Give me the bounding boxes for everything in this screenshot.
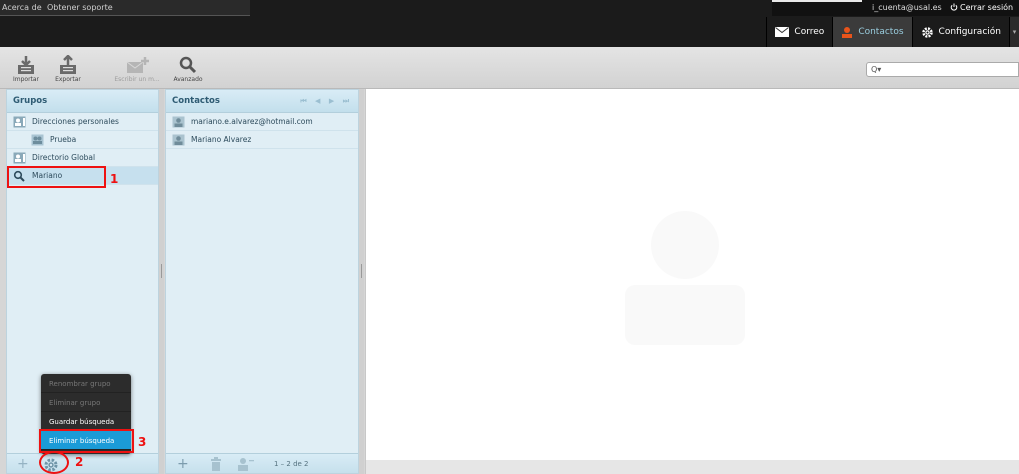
import-label: Importar xyxy=(12,76,40,83)
gear-icon xyxy=(921,26,933,38)
main-nav: Correo Contactos Configuración ▾ xyxy=(766,17,1019,47)
nav-contacts[interactable]: Contactos xyxy=(832,17,912,47)
contact-name: mariano.e.alvarez@hotmail.com xyxy=(191,117,313,126)
top-links: Acerca de Obtener soporte xyxy=(0,0,250,16)
record-count: 1 – 2 de 2 xyxy=(274,460,309,468)
mail-icon xyxy=(775,27,790,37)
advanced-search-label: Avanzado xyxy=(173,76,203,83)
menu-delete-group[interactable]: Eliminar grupo xyxy=(41,393,131,412)
export-icon xyxy=(60,55,76,74)
annotation-number-3: 3 xyxy=(138,435,147,449)
write-message-button[interactable]: Escribir un m... xyxy=(114,55,160,83)
about-link[interactable]: Acerca de xyxy=(2,3,42,12)
detail-footer xyxy=(366,460,1019,474)
nav-mail-label: Correo xyxy=(794,27,825,37)
search-options-icon[interactable]: Q▾ xyxy=(871,65,881,74)
export-label: Exportar xyxy=(55,76,81,83)
annotation-box-2 xyxy=(39,451,69,474)
address-book-icon xyxy=(13,116,26,127)
contacts-header: Contactos ⏮ ◀ ▶ ⏭ xyxy=(166,90,358,113)
annotation-box-1 xyxy=(7,166,106,188)
menu-rename-group[interactable]: Renombrar grupo xyxy=(41,374,131,393)
quick-search-input[interactable]: Q▾ xyxy=(866,62,1019,77)
group-icon xyxy=(31,134,44,145)
toolbar: Importar Exportar Escribir un m... Avanz… xyxy=(0,47,1019,89)
add-contact-button[interactable]: + xyxy=(177,457,189,471)
group-item-label: Directorio Global xyxy=(32,153,96,162)
annotation-number-2: 2 xyxy=(75,455,84,469)
contact-row[interactable]: Mariano Alvarez xyxy=(166,131,358,149)
group-item-personal[interactable]: Direcciones personales xyxy=(7,113,158,131)
group-item-label: Direcciones personales xyxy=(32,117,119,126)
group-item-prueba[interactable]: Prueba xyxy=(7,131,158,149)
import-icon xyxy=(18,56,34,74)
person-icon xyxy=(172,134,185,145)
import-button[interactable]: Importar xyxy=(6,55,46,83)
add-group-button[interactable]: + xyxy=(17,457,29,471)
pager-buttons[interactable]: ⏮ ◀ ▶ ⏭ xyxy=(300,97,352,106)
nav-settings[interactable]: Configuración xyxy=(911,17,1009,47)
nav-mail[interactable]: Correo xyxy=(766,17,832,47)
export-button[interactable]: Exportar xyxy=(48,55,88,83)
trash-icon xyxy=(211,457,221,471)
nav-dropdown[interactable]: ▾ xyxy=(1009,17,1019,47)
logout-label: Cerrar sesión xyxy=(960,3,1014,12)
write-message-label: Escribir un m... xyxy=(114,76,160,83)
user-strip: i_cuenta@usal.es Cerrar sesión xyxy=(772,0,1019,16)
contacts-footer: + 1 – 2 de 2 xyxy=(166,453,358,473)
address-book-icon xyxy=(13,152,26,163)
annotation-box-3 xyxy=(39,429,134,453)
group-item-label: Prueba xyxy=(50,135,77,144)
logout-link[interactable]: Cerrar sesión xyxy=(950,3,1013,12)
annotation-number-1: 1 xyxy=(110,172,119,186)
person-group-icon xyxy=(238,458,254,471)
nav-contacts-label: Contactos xyxy=(858,27,904,37)
person-icon xyxy=(172,116,185,127)
contacts-splitter[interactable] xyxy=(359,89,364,474)
contacts-title: Contactos xyxy=(172,96,220,106)
nav-settings-label: Configuración xyxy=(938,27,1001,37)
top-bar: Acerca de Obtener soporte i_cuenta@usal.… xyxy=(0,0,1019,47)
groups-header: Grupos xyxy=(7,90,158,113)
delete-contact-button[interactable] xyxy=(210,457,222,474)
contacts-watermark-icon xyxy=(625,211,745,345)
contact-to-group-button[interactable] xyxy=(236,457,254,474)
contacts-panel: Contactos ⏮ ◀ ▶ ⏭ mariano.e.alvarez@hotm… xyxy=(165,89,359,474)
group-item-global-directory[interactable]: Directorio Global xyxy=(7,149,158,167)
groups-splitter[interactable] xyxy=(159,89,164,474)
contact-row[interactable]: mariano.e.alvarez@hotmail.com xyxy=(166,113,358,131)
divider xyxy=(772,0,862,2)
contacts-icon xyxy=(842,26,853,38)
power-icon xyxy=(950,3,958,11)
contact-name: Mariano Alvarez xyxy=(191,135,252,144)
advanced-search-button[interactable]: Avanzado xyxy=(168,55,208,83)
support-link[interactable]: Obtener soporte xyxy=(47,3,113,12)
magnifier-icon xyxy=(179,56,197,74)
envelope-plus-icon xyxy=(126,57,149,73)
username: i_cuenta@usal.es xyxy=(872,3,942,12)
